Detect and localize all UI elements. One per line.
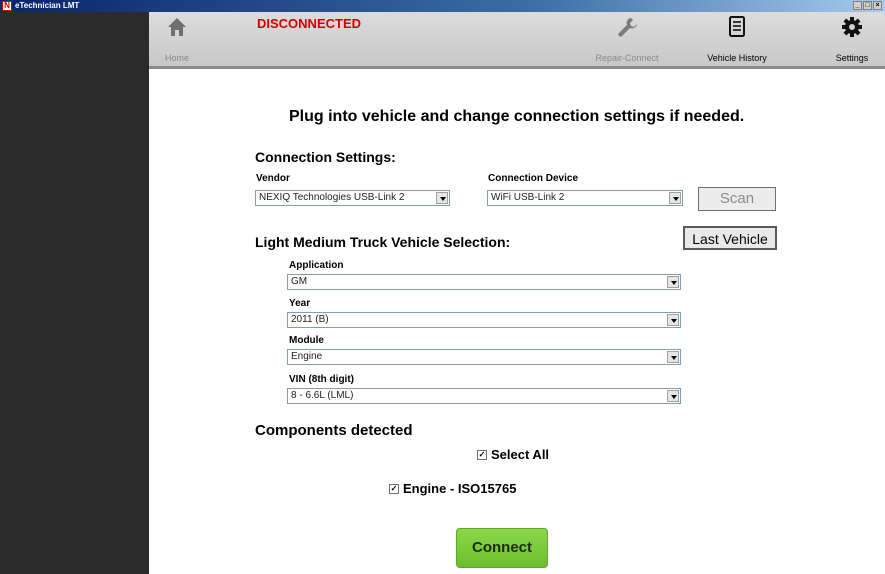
vin-label: VIN (8th digit) [289,374,354,385]
module-value: Engine [291,351,323,362]
components-title: Components detected [255,422,413,439]
vehicle-history-label: Vehicle History [707,53,767,63]
select-all-label: Select All [491,447,550,462]
toolbar: Home DISCONNECTED Repair-Connect Vehicle… [149,12,885,69]
document-icon [729,16,745,37]
module-label: Module [289,335,324,346]
scan-button[interactable]: Scan [698,187,776,211]
connection-device-select[interactable]: WiFi USB-Link 2 [487,190,683,206]
connect-button[interactable]: Connect [456,528,548,568]
repair-connect-button[interactable]: Repair-Connect [587,12,667,69]
chevron-down-icon[interactable] [669,192,681,204]
settings-button[interactable]: Settings [827,12,877,69]
vendor-select[interactable]: NEXIQ Technologies USB-Link 2 [255,190,450,206]
window-title: eTechnician LMT [15,1,80,10]
wrench-icon [618,18,637,37]
app-logo-icon: N [2,1,12,11]
maximize-button[interactable]: □ [863,1,872,10]
repair-connect-label: Repair-Connect [595,53,659,63]
home-button[interactable]: Home [157,12,197,69]
last-vehicle-button[interactable]: Last Vehicle [683,226,777,250]
chevron-down-icon[interactable] [667,390,679,402]
chevron-down-icon[interactable] [667,276,679,288]
settings-label: Settings [835,53,869,63]
title-bar: N eTechnician LMT _ □ × [0,0,885,12]
instruction-text: Plug into vehicle and change connection … [289,108,745,125]
vin-select[interactable]: 8 - 6.6L (LML) [287,388,681,404]
application-value: GM [291,276,308,287]
close-button[interactable]: × [873,1,882,10]
sidebar [0,12,149,574]
checkmark-icon[interactable]: ✓ [477,449,487,460]
home-label: Home [164,53,189,63]
vin-value: 8 - 6.6L (LML) [291,390,354,401]
module-select[interactable]: Engine [287,349,681,365]
checkmark-icon[interactable]: ✓ [389,483,399,494]
component-label: Engine - ISO15765 [403,481,517,496]
window-controls: _ □ × [853,1,882,10]
minimize-button[interactable]: _ [853,1,862,10]
connection-device-label: Connection Device [488,173,579,184]
connection-settings-title: Connection Settings: [255,149,396,165]
connection-device-value: WiFi USB-Link 2 [491,192,565,203]
year-label: Year [289,298,311,309]
chevron-down-icon[interactable] [667,314,679,326]
year-value: 2011 (B) [291,314,329,325]
vendor-label: Vendor [256,173,290,184]
select-all-checkbox[interactable]: ✓ Select All [477,447,549,462]
chevron-down-icon[interactable] [436,192,448,204]
vehicle-selection-title: Light Medium Truck Vehicle Selection: [255,234,511,250]
vendor-value: NEXIQ Technologies USB-Link 2 [259,192,405,203]
application-select[interactable]: GM [287,274,681,290]
home-icon [168,18,186,36]
main-panel: Plug into vehicle and change connection … [149,72,885,574]
connection-status: DISCONNECTED [257,16,362,31]
gear-icon [842,17,862,37]
chevron-down-icon[interactable] [667,351,679,363]
component-checkbox-engine[interactable]: ✓ Engine - ISO15765 [389,481,516,496]
year-select[interactable]: 2011 (B) [287,312,681,328]
vehicle-history-button[interactable]: Vehicle History [697,12,777,69]
application-label: Application [289,260,344,271]
